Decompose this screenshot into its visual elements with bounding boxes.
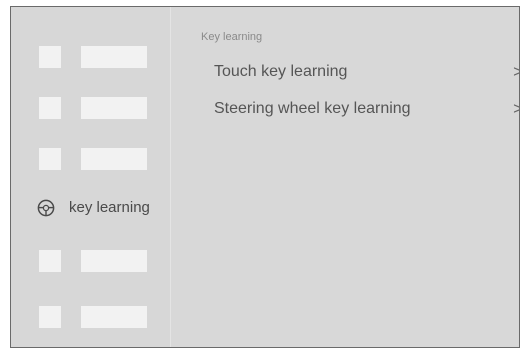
sidebar-item-placeholder-5[interactable] — [11, 297, 170, 337]
placeholder-icon — [39, 97, 61, 119]
chevron-right-icon: > — [513, 62, 519, 82]
sidebar-item-label: key learning — [69, 199, 150, 216]
placeholder-icon — [39, 250, 61, 272]
placeholder-icon — [39, 46, 61, 68]
placeholder-icon — [39, 148, 61, 170]
sidebar-item-key-learning[interactable]: key learning — [11, 188, 170, 228]
placeholder-label — [81, 46, 147, 68]
placeholder-label — [81, 148, 147, 170]
placeholder-label — [81, 306, 147, 328]
chevron-right-icon: > — [513, 99, 519, 119]
menu-item-steering-wheel-key-learning[interactable]: Steering wheel key learning > — [201, 95, 519, 125]
settings-window: key learning Key learning Touch key lear… — [10, 6, 520, 348]
menu-item-label: Touch key learning — [214, 63, 348, 80]
menu-item-label: Steering wheel key learning — [214, 100, 411, 117]
sidebar-item-placeholder-1[interactable] — [11, 37, 170, 77]
placeholder-label — [81, 250, 147, 272]
sidebar-item-placeholder-4[interactable] — [11, 241, 170, 281]
section-title: Key learning — [201, 31, 263, 43]
steering-wheel-icon — [37, 199, 55, 217]
sidebar: key learning — [11, 7, 171, 347]
placeholder-label — [81, 97, 147, 119]
menu-item-touch-key-learning[interactable]: Touch key learning > — [201, 58, 519, 88]
sidebar-item-placeholder-2[interactable] — [11, 88, 170, 128]
placeholder-icon — [39, 306, 61, 328]
sidebar-item-placeholder-3[interactable] — [11, 139, 170, 179]
content-panel: Key learning Touch key learning > Steeri… — [171, 7, 519, 347]
